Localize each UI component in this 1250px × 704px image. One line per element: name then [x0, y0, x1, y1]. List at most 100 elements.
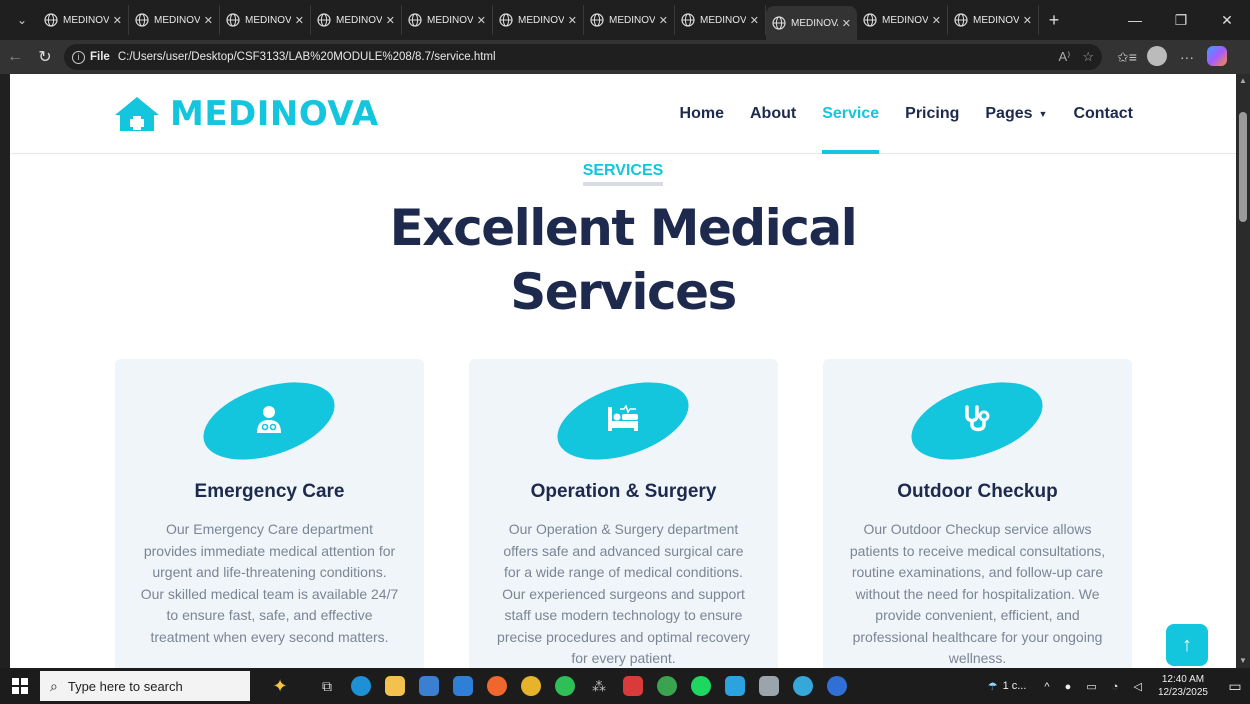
scroll-down-arrow[interactable]: ▼ [1236, 654, 1250, 668]
network-app-icon[interactable]: ⁂ [582, 668, 616, 704]
tab-title: MEDINOVA [245, 14, 291, 26]
browser-tab[interactable]: MEDINOVA ✕ [129, 5, 220, 35]
back-button[interactable]: ← [0, 42, 30, 72]
new-tab-button[interactable]: + [1039, 10, 1069, 31]
reload-button[interactable]: ↻ [30, 42, 60, 72]
close-window-button[interactable]: ✕ [1204, 0, 1250, 40]
card-title: Emergency Care [194, 481, 345, 502]
browser-tab[interactable]: MEDINOVA ✕ [675, 5, 766, 35]
page-title: Excellent Medical Services [10, 196, 1236, 324]
tab-close-icon[interactable]: ✕ [1023, 14, 1032, 27]
whatsapp-icon[interactable] [548, 668, 582, 704]
service-card-emergency: Emergency Care Our Emergency Care depart… [115, 359, 424, 668]
page-scrollbar[interactable]: ▲ ▼ [1236, 74, 1250, 668]
edge-active-icon[interactable] [786, 668, 820, 704]
cloud-app-icon[interactable] [752, 668, 786, 704]
nav-label: Pricing [905, 105, 960, 122]
tab-title: MEDINOVA [609, 14, 655, 26]
card-text: Our Operation & Surgery department offer… [497, 521, 750, 666]
doctor-icon [251, 399, 287, 439]
card-text: Our Outdoor Checkup service allows patie… [849, 521, 1106, 666]
tab-close-icon[interactable]: ✕ [932, 14, 941, 27]
browser-tab[interactable]: MEDINOVA ✕ [38, 5, 129, 35]
windows-taskbar: ⌕ Type here to search ✦ ⧉ ⁂ ☂ 1 c... ^ ●… [0, 668, 1250, 704]
favorite-star-icon[interactable]: ☆ [1082, 49, 1094, 65]
browser-tab[interactable]: MEDINOVA ✕ [311, 5, 402, 35]
tab-close-icon[interactable]: ✕ [295, 14, 304, 27]
firefox-icon[interactable] [480, 668, 514, 704]
browser-tab[interactable]: MEDINOVA ✕ [857, 5, 948, 35]
browser-tab[interactable]: MEDINOVA ✕ [220, 5, 311, 35]
wps-office-icon[interactable] [616, 668, 650, 704]
site-logo[interactable]: MEDINOVA [114, 94, 379, 134]
globe-icon [954, 13, 968, 27]
help-icon[interactable] [820, 668, 854, 704]
nav-link-pricing[interactable]: Pricing [892, 74, 972, 154]
clock[interactable]: 12:40 AM 12/23/2025 [1158, 673, 1208, 699]
edge-browser-icon[interactable] [344, 668, 378, 704]
restore-button[interactable]: ❐ [1158, 0, 1204, 40]
start-button[interactable] [0, 668, 40, 704]
nav-label: Pages [985, 105, 1033, 122]
nav-link-home[interactable]: Home [667, 74, 737, 154]
scrollbar-thumb[interactable] [1239, 112, 1247, 222]
favorites-icon[interactable]: ✩≡ [1112, 49, 1142, 66]
tab-title: MEDINOVA [427, 14, 473, 26]
copilot-icon[interactable] [1202, 45, 1232, 69]
scroll-up-arrow[interactable]: ▲ [1236, 74, 1250, 88]
chrome-icon[interactable] [514, 668, 548, 704]
system-tray: ☂ 1 c... ^ ● ▭ ◔ ◁ 12:40 AM 12/23/2025 ▭ [988, 668, 1250, 704]
tab-actions-menu[interactable]: ⌄ [6, 6, 38, 34]
tab-close-icon[interactable]: ✕ [386, 14, 395, 27]
chrome-profile-icon[interactable] [650, 668, 684, 704]
tab-close-icon[interactable]: ✕ [204, 14, 213, 27]
read-aloud-icon[interactable]: A⁾ [1058, 49, 1070, 65]
tab-close-icon[interactable]: ✕ [113, 14, 122, 27]
browser-tab[interactable]: MEDINOVA ✕ [948, 5, 1039, 35]
site-info-icon[interactable]: i [72, 50, 85, 64]
service-card-surgery: Operation & Surgery Our Operation & Surg… [469, 359, 778, 668]
globe-icon [863, 13, 877, 27]
search-highlight-icon[interactable]: ✦ [250, 676, 310, 697]
minimize-button[interactable]: — [1112, 0, 1158, 40]
more-menu-icon[interactable]: ··· [1172, 49, 1202, 65]
address-bar-row: ← ↻ i File C:/Users/user/Desktop/CSF3133… [0, 40, 1250, 74]
task-view-icon[interactable]: ⧉ [310, 668, 344, 704]
weather-widget[interactable]: ☂ 1 c... [988, 680, 1027, 693]
tray-icons[interactable]: ^ ● ▭ ◔ ◁ [1044, 680, 1148, 693]
spotify-icon[interactable] [684, 668, 718, 704]
browser-tab[interactable]: MEDINOVA ✕ [493, 5, 584, 35]
main-nav: Home About Service Pricing Pages ▼ Contact [667, 74, 1146, 154]
back-to-top-button[interactable]: ↑ [1166, 624, 1208, 666]
address-bar[interactable]: i File C:/Users/user/Desktop/CSF3133/LAB… [64, 44, 1102, 70]
search-placeholder: Type here to search [67, 678, 183, 694]
nav-link-pages[interactable]: Pages ▼ [972, 74, 1060, 154]
url-text[interactable]: C:/Users/user/Desktop/CSF3133/LAB%20MODU… [118, 51, 496, 63]
browser-tab[interactable]: MEDINOVA ✕ [402, 5, 493, 35]
store-icon[interactable] [412, 668, 446, 704]
tab-close-icon[interactable]: ✕ [842, 17, 851, 30]
nav-link-service[interactable]: Service [809, 74, 892, 154]
tab-title: MEDINOVA [154, 14, 200, 26]
tab-close-icon[interactable]: ✕ [750, 14, 759, 27]
nav-link-contact[interactable]: Contact [1060, 74, 1146, 154]
nav-link-about[interactable]: About [737, 74, 809, 154]
telegram-icon[interactable] [718, 668, 752, 704]
file-explorer-icon[interactable] [378, 668, 412, 704]
nav-label: Home [679, 105, 724, 122]
taskbar-search[interactable]: ⌕ Type here to search [40, 671, 250, 701]
profile-avatar[interactable] [1142, 45, 1172, 69]
service-card-checkup: Outdoor Checkup Our Outdoor Checkup serv… [823, 359, 1132, 668]
tab-close-icon[interactable]: ✕ [659, 14, 668, 27]
browser-tab[interactable]: MEDINOVA ✕ [584, 5, 675, 35]
notifications-icon[interactable]: ▭ [1220, 678, 1250, 695]
mail-icon[interactable] [446, 668, 480, 704]
hospital-bed-icon [605, 399, 641, 439]
nav-label: About [750, 105, 797, 122]
browser-tab-strip: ⌄ MEDINOVA✕MEDINOVA✕MEDINOVA✕MEDINOVA✕ME… [0, 0, 1250, 40]
browser-tab[interactable]: MEDINOVA ✕ [766, 6, 857, 40]
tab-close-icon[interactable]: ✕ [477, 14, 486, 27]
tab-close-icon[interactable]: ✕ [568, 14, 577, 27]
clock-time: 12:40 AM [1161, 674, 1205, 685]
globe-icon [681, 13, 695, 27]
